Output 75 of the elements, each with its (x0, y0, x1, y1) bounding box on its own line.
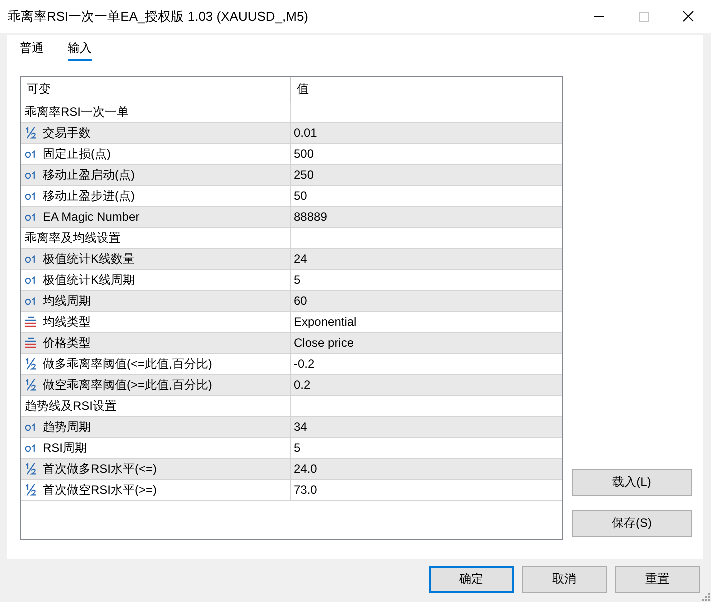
parameter-value: 88889 (294, 210, 328, 224)
window-title: 乖离率RSI一次一单EA_授权版 1.03 (XAUUSD_,M5) (7, 8, 310, 26)
parameter-value: 250 (294, 168, 314, 182)
one-half-icon (25, 379, 37, 391)
parameter-value: 0.2 (294, 378, 311, 392)
minimize-icon (594, 16, 604, 17)
group-heading: 趋势线及RSI设置 (25, 398, 118, 414)
parameter-value: Exponential (294, 315, 357, 329)
table-row[interactable]: 移动止盈启动(点) 250 (21, 165, 562, 186)
parameter-value: 500 (294, 147, 314, 161)
parameter-name: 移动止盈步进(点) (43, 188, 135, 204)
parameter-name: 首次做多RSI水平(<=) (43, 460, 158, 478)
parameter-value: 34 (294, 420, 308, 434)
group-heading: 乖离率RSI一次一单 (25, 104, 130, 120)
zero-one-icon (25, 421, 37, 433)
parameter-value: 0.01 (294, 126, 318, 140)
parameter-value: 24.0 (294, 462, 318, 476)
parameter-value: 50 (294, 189, 308, 203)
zero-one-icon (25, 442, 37, 454)
parameter-name: 趋势周期 (43, 418, 91, 436)
one-half-icon (25, 127, 37, 139)
parameter-value: 73.0 (294, 483, 318, 497)
table-row[interactable]: 极值统计K线数量 24 (21, 249, 562, 270)
one-half-icon (25, 463, 37, 475)
table-row[interactable]: 交易手数 0.01 (21, 123, 562, 144)
parameter-value: Close price (294, 336, 354, 350)
list-lines-icon (25, 337, 37, 349)
one-half-icon (25, 358, 37, 370)
parameter-name: 均线类型 (43, 314, 91, 330)
parameter-name: 均线周期 (43, 292, 91, 310)
zero-one-icon (25, 274, 37, 286)
parameter-name: 做多乖离率阈值(<=此值,百分比) (43, 356, 212, 372)
tab[interactable]: 普通 (20, 41, 44, 61)
zero-one-icon (25, 169, 37, 181)
dialog-button[interactable]: 重置 (615, 566, 700, 593)
dialog-button[interactable]: 确定 (429, 566, 514, 593)
side-button[interactable]: 保存(S) (572, 510, 692, 537)
tab[interactable]: 输入 (68, 41, 92, 61)
table-row[interactable]: EA Magic Number 88889 (21, 207, 562, 228)
parameter-value: -0.2 (294, 357, 315, 371)
parameter-value: 24 (294, 252, 308, 266)
table-row[interactable]: 趋势周期 34 (21, 417, 562, 438)
column-header[interactable]: 可变 (21, 77, 51, 102)
table-row[interactable]: 均线周期 60 (21, 291, 562, 312)
parameter-name: 做空乖离率阈值(>=此值,百分比) (43, 376, 212, 394)
resize-grip-icon[interactable] (702, 593, 710, 601)
table-row[interactable]: 首次做多RSI水平(<=) 24.0 (21, 459, 562, 480)
side-button[interactable]: 载入(L) (572, 469, 692, 496)
parameter-name: EA Magic Number (43, 210, 140, 224)
zero-one-icon (25, 190, 37, 202)
parameter-name: 移动止盈启动(点) (43, 166, 135, 184)
parameter-name: 固定止损(点) (43, 146, 111, 162)
table-row[interactable]: 做空乖离率阈值(>=此值,百分比) 0.2 (21, 375, 562, 396)
one-half-icon (25, 484, 37, 496)
zero-one-icon (25, 295, 37, 307)
parameter-name: 首次做空RSI水平(>=) (43, 482, 158, 498)
parameter-name: 交易手数 (43, 124, 91, 142)
zero-one-icon (25, 253, 37, 265)
parameter-value: 5 (294, 273, 301, 287)
parameter-name: 极值统计K线周期 (43, 272, 136, 288)
zero-one-icon (25, 211, 37, 223)
parameter-value: 5 (294, 441, 301, 455)
parameter-value: 60 (294, 294, 308, 308)
dialog-button[interactable]: 取消 (522, 566, 607, 593)
table-row[interactable]: 价格类型 Close price (21, 333, 562, 354)
list-lines-icon (25, 316, 37, 328)
column-header[interactable]: 值 (291, 77, 309, 102)
parameter-name: 价格类型 (43, 334, 91, 352)
parameter-name: RSI周期 (43, 440, 88, 456)
maximize-icon (638, 12, 648, 22)
close-icon (683, 11, 694, 22)
group-heading: 乖离率及均线设置 (25, 230, 121, 246)
parameter-name: 极值统计K线数量 (43, 250, 136, 268)
zero-one-icon (25, 148, 37, 160)
table-row[interactable]: 首次做空RSI水平(>=) 73.0 (21, 480, 562, 501)
